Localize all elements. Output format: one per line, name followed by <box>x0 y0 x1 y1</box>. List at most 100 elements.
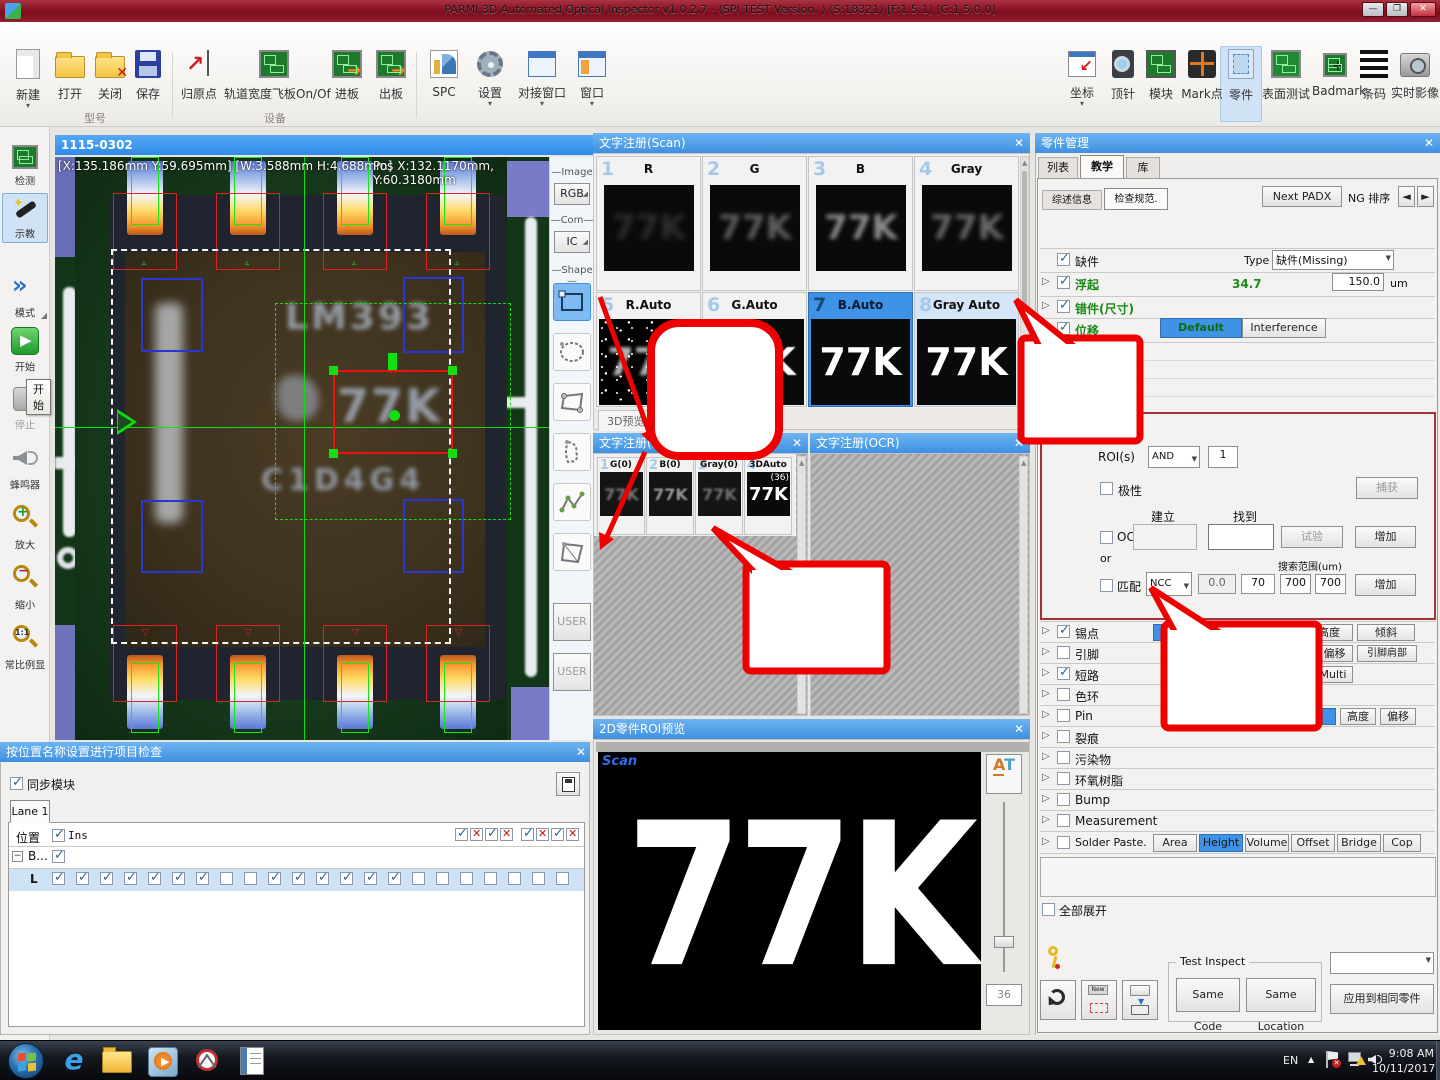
ribbon-open-button[interactable]: 打开 <box>50 48 90 102</box>
shape-points-tool[interactable] <box>553 483 591 521</box>
measurement-checkbox[interactable] <box>1057 814 1070 827</box>
save-layout-button[interactable] <box>556 772 580 796</box>
sidebar-item-actual-scale[interactable]: 1:1 常比例显 <box>2 625 48 673</box>
lift-threshold-field[interactable]: 150.0 <box>1332 273 1384 291</box>
sync-parts-button[interactable] <box>1040 980 1076 1020</box>
paste-cop-button[interactable]: Cop <box>1383 834 1421 852</box>
paste-offset-button[interactable]: Offset <box>1291 834 1335 852</box>
roi2d-image[interactable]: Scan 77K <box>598 752 981 1030</box>
tab-library[interactable]: 库 <box>1126 157 1160 178</box>
taskbar-notepad-button[interactable] <box>240 1047 264 1075</box>
expand-arrow-icon[interactable]: ▷ <box>1042 688 1050 699</box>
roi-handle[interactable] <box>448 366 457 375</box>
network-status-icon[interactable] <box>1348 1052 1366 1067</box>
pcb-image-view[interactable]: LM393 77K C1D4G4 ▵ ▵ ▵ ▵ ▽ ▽ ▽ ▽ ▽ [X:13… <box>55 157 549 740</box>
group-row-checkbox[interactable] <box>52 848 65 863</box>
paste-bridge-button[interactable]: Bridge <box>1337 834 1381 852</box>
shape-region-tool[interactable] <box>553 433 591 471</box>
short-multi-button[interactable]: Multi <box>1313 666 1353 683</box>
expand-arrow-icon[interactable]: ▷ <box>1042 836 1050 847</box>
taskbar-ie-button[interactable]: e <box>56 1043 92 1079</box>
contamination-checkbox[interactable] <box>1057 751 1070 764</box>
match-panel-close-icon[interactable]: ✕ <box>788 433 806 453</box>
match-tile-3dauto[interactable]: 4 3DAuto 77K (36) <box>744 457 792 535</box>
match-tile-g[interactable]: 1 G(0) 77K <box>597 457 645 535</box>
pos-check-11[interactable] <box>316 870 329 885</box>
pin-offset-button[interactable]: 偏移 <box>1380 708 1416 725</box>
ribbon-dock-window-button[interactable]: 对接窗口 ▾ <box>514 48 570 108</box>
sidebar-item-teach[interactable]: ✦ 示教 <box>2 193 48 243</box>
expand-arrow-icon[interactable]: ▷ <box>1042 625 1050 636</box>
position-panel-close-icon[interactable]: ✕ <box>572 742 590 762</box>
ribbon-board-in-button[interactable]: ➜ 进板 <box>326 48 368 102</box>
sync-module-checkbox[interactable] <box>10 775 23 790</box>
shape-polygon-tool[interactable] <box>553 533 591 571</box>
shape-quad-tool[interactable] <box>553 383 591 421</box>
ribbon-coordinate-button[interactable]: 坐标▾ <box>1062 48 1102 108</box>
selected-text-roi[interactable]: ▽ <box>329 366 457 458</box>
load-part-button[interactable]: ▼ <box>1122 980 1158 1020</box>
scan-scrollbar[interactable]: ▲ <box>1020 156 1029 407</box>
epoxy-checkbox[interactable] <box>1057 772 1070 785</box>
expand-arrow-icon[interactable]: ▷ <box>1042 667 1050 678</box>
auto-threshold-button[interactable]: AT <box>986 754 1022 794</box>
pos-check-8[interactable] <box>244 872 257 885</box>
search-y-field[interactable]: 700 <box>1315 574 1346 594</box>
scan-tile-g[interactable]: 2G 77K <box>702 156 807 291</box>
apply-target-dropdown[interactable] <box>1330 952 1434 974</box>
missing-checkbox[interactable] <box>1057 251 1070 266</box>
ribbon-spc-button[interactable]: SPC <box>422 48 466 99</box>
expand-all-checkbox[interactable] <box>1042 903 1055 916</box>
sidebar-item-inspect[interactable]: 检测 <box>2 143 48 189</box>
scan-panel-close-icon[interactable]: ✕ <box>1010 133 1028 153</box>
pos-check-6[interactable] <box>196 870 209 885</box>
match-tile-gray[interactable]: 3 Gray(0) 77K <box>695 457 743 535</box>
pos-check-4[interactable] <box>148 870 161 885</box>
short-checkbox[interactable] <box>1057 665 1070 680</box>
capture-button[interactable]: 捕获 <box>1356 477 1418 499</box>
pos-check-9[interactable] <box>268 870 281 885</box>
next-padx-button[interactable]: Next PADX <box>1262 186 1342 207</box>
taskbar-media-player-button[interactable]: ▶ <box>148 1047 178 1077</box>
roi2d-panel-header[interactable]: 2D零件ROI预览 <box>593 719 1030 739</box>
lead-checkbox[interactable] <box>1057 646 1070 659</box>
roi-handle[interactable] <box>329 366 338 375</box>
roi-handle[interactable] <box>448 449 457 458</box>
part-panel-header[interactable]: 零件管理 <box>1035 133 1440 153</box>
shift-default-button[interactable]: Default <box>1160 318 1242 338</box>
pos-check-12[interactable] <box>340 870 353 885</box>
roi-rotate-handle[interactable] <box>388 353 397 370</box>
close-button[interactable]: ✕ <box>1410 2 1436 17</box>
lead-offset-button[interactable]: 偏移 <box>1316 645 1353 662</box>
action-center-flag-icon[interactable]: ✕ <box>1326 1051 1342 1069</box>
expand-arrow-icon[interactable]: ▷ <box>1042 751 1050 762</box>
lift-checkbox[interactable] <box>1057 274 1070 289</box>
pos-check-5[interactable] <box>172 870 185 885</box>
pos-check-20[interactable] <box>532 872 545 885</box>
match-method-dropdown[interactable]: NCC <box>1146 572 1192 596</box>
lane-tab[interactable]: Lane 1 <box>10 800 50 823</box>
crack-checkbox[interactable] <box>1057 730 1070 743</box>
solder-tilt-button[interactable]: 倾斜 <box>1357 624 1415 641</box>
pos-check-3[interactable] <box>124 870 137 885</box>
expand-arrow-icon[interactable]: ▷ <box>1042 300 1050 311</box>
expand-arrow-icon[interactable]: ▷ <box>1042 772 1050 783</box>
taskbar-explorer-button[interactable] <box>102 1047 132 1073</box>
ocr-add-button[interactable]: 增加 <box>1355 526 1416 548</box>
apply-same-parts-button[interactable]: 应用到相同零件 <box>1330 984 1434 1014</box>
threshold-slider-handle[interactable] <box>994 936 1014 948</box>
header-x-icon[interactable]: ✕ <box>566 827 579 841</box>
covered-button-fragment[interactable] <box>1322 708 1336 725</box>
scan-tile-r[interactable]: 1R 77K <box>596 156 701 291</box>
ribbon-settings-button[interactable]: 设置 ▾ <box>468 48 512 108</box>
color-ring-checkbox[interactable] <box>1057 688 1070 701</box>
paste-height-button[interactable]: Height <box>1199 834 1243 852</box>
clock-time[interactable]: 9:08 AM <box>1386 1047 1434 1060</box>
sidebar-item-buzzer[interactable]: 蜂鸣器 <box>2 445 48 493</box>
pos-check-1[interactable] <box>76 870 89 885</box>
solder-paste-checkbox[interactable] <box>1057 836 1070 849</box>
new-part-button[interactable]: New <box>1081 980 1117 1020</box>
pos-check-0[interactable] <box>52 870 65 885</box>
expand-arrow-icon[interactable]: ▷ <box>1042 276 1050 287</box>
ocr-panel-header[interactable]: 文字注册(OCR) <box>810 433 1030 453</box>
